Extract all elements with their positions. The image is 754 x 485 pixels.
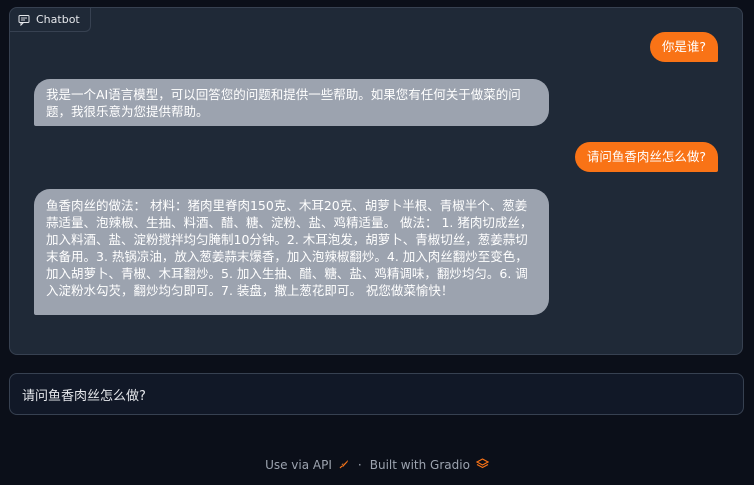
chatbot-label: Chatbot <box>10 8 91 32</box>
gradio-logo-icon <box>475 457 490 473</box>
user-message: 请问鱼香肉丝怎么做? <box>574 142 718 172</box>
message-input-wrapper <box>9 373 744 415</box>
use-via-api-link[interactable]: Use via API <box>265 458 350 473</box>
chat-icon <box>18 14 30 26</box>
bot-message: 鱼香肉丝的做法： 材料：猪肉里脊肉150克、木耳20克、胡萝卜半根、青椒半个、葱… <box>34 189 549 315</box>
message-input[interactable] <box>10 374 743 414</box>
built-with-gradio-label: Built with Gradio <box>369 458 470 472</box>
use-via-api-label: Use via API <box>265 458 332 472</box>
user-message: 你是谁? <box>649 32 718 62</box>
chatbot-label-text: Chatbot <box>36 13 80 26</box>
footer: Use via API · Built with Gradio <box>0 455 754 475</box>
bot-message: 我是一个AI语言模型，可以回答您的问题和提供一些帮助。如果您有任何关于做菜的问题… <box>34 79 549 126</box>
rocket-icon <box>338 458 350 473</box>
footer-separator: · <box>357 458 362 472</box>
chatbot-panel: Chatbot 你是谁? 我是一个AI语言模型，可以回答您的问题和提供一些帮助。… <box>9 7 743 355</box>
built-with-gradio-link[interactable]: Built with Gradio <box>369 457 490 473</box>
